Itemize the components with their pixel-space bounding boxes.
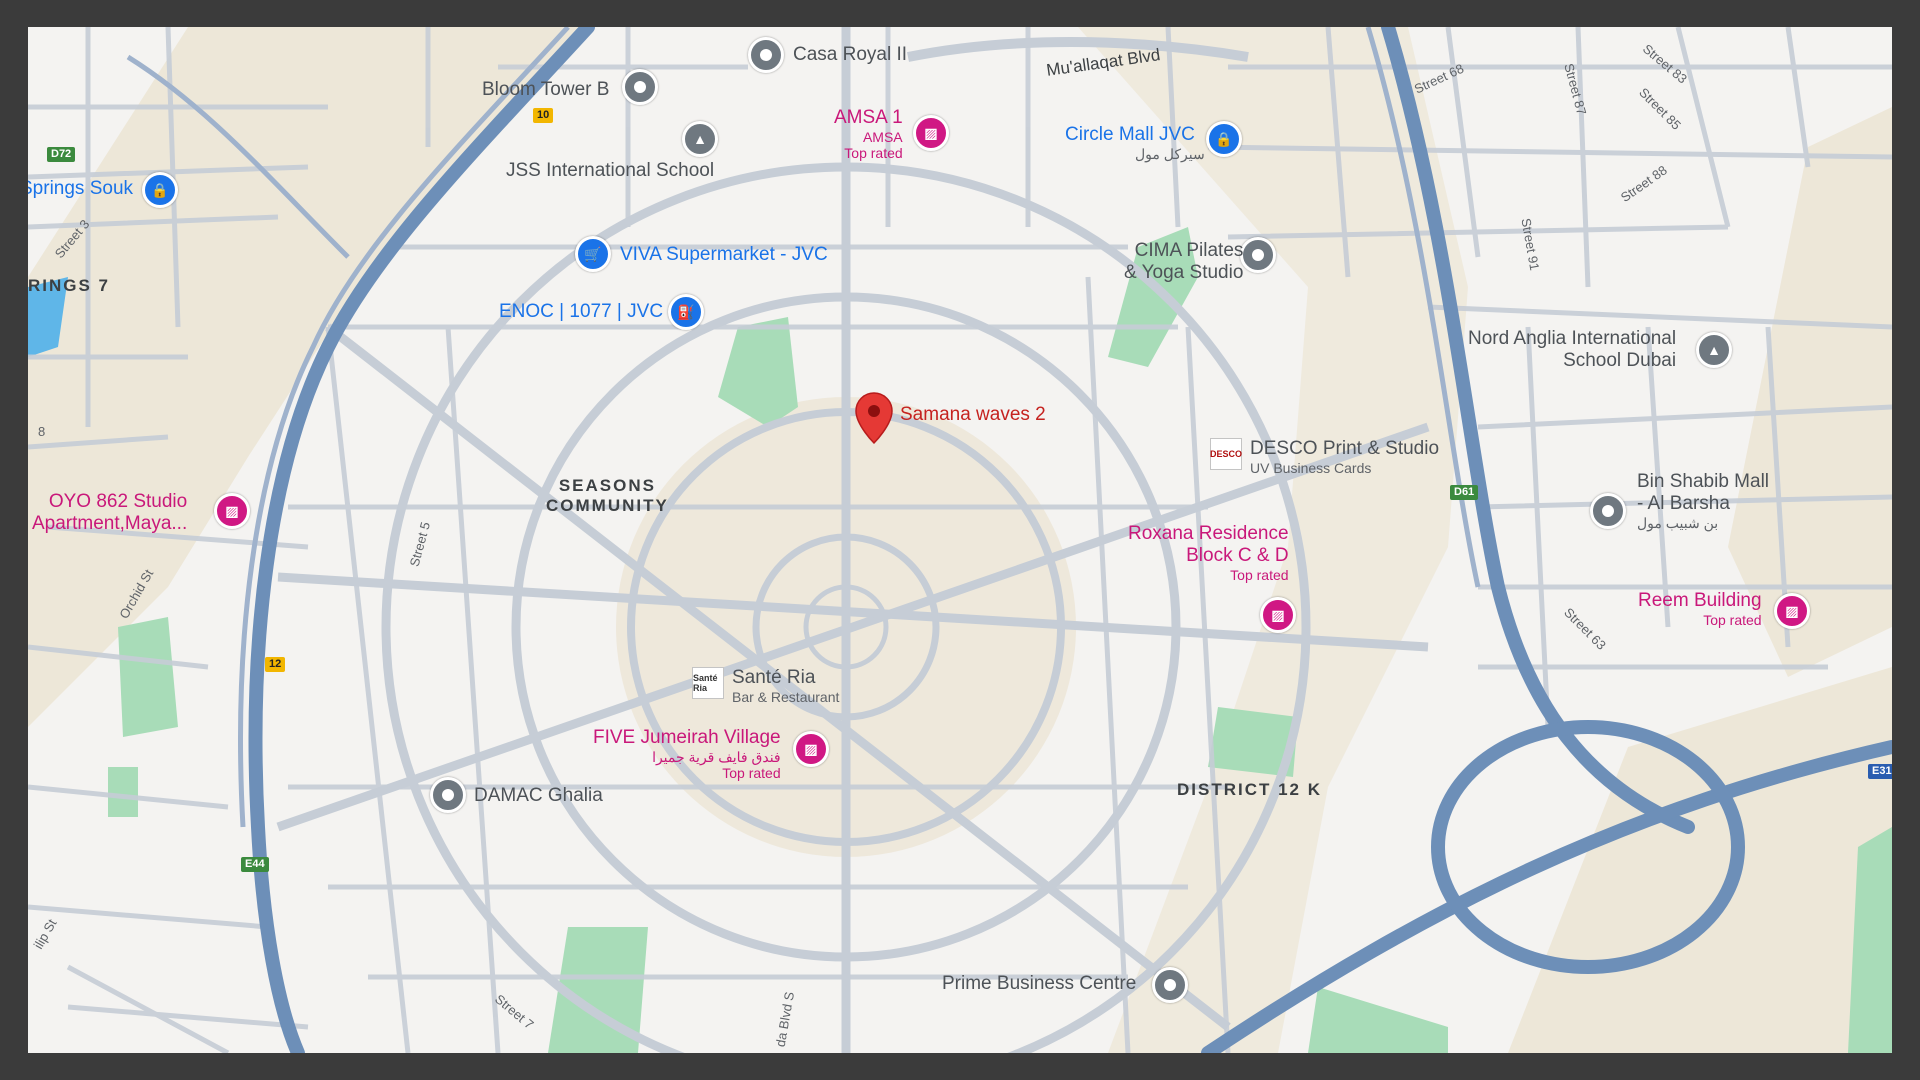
- poi-desco-sub: UV Business Cards: [1250, 459, 1372, 476]
- poi-enoc[interactable]: ENOC | 1077 | JVC: [499, 301, 663, 323]
- hotel-icon[interactable]: ▨: [1260, 597, 1296, 633]
- school-icon[interactable]: ▲: [682, 121, 718, 157]
- poi-five-name: FIVE Jumeirah Village: [593, 727, 781, 748]
- hotel-icon[interactable]: ▨: [1774, 593, 1810, 629]
- landmark-icon[interactable]: [748, 37, 784, 73]
- poi-circle-mall-arabic: سيركل مول: [1135, 145, 1205, 162]
- road-shield-d61: D61: [1450, 485, 1479, 500]
- hotel-icon[interactable]: ▨: [913, 115, 949, 151]
- shopping-cart-icon[interactable]: 🛒: [575, 236, 611, 272]
- poi-circle-mall-name: Circle Mall JVC: [1065, 124, 1195, 145]
- map-canvas[interactable]: Samana waves 2 SEASONS COMMUNITY DISTRIC…: [28, 27, 1892, 1053]
- poi-viva-supermarket[interactable]: VIVA Supermarket - JVC: [620, 244, 828, 266]
- poi-roxana-line2: Block C & D: [1186, 544, 1289, 566]
- road-shield-12: 12: [265, 657, 286, 672]
- fuel-icon[interactable]: ⛽: [668, 294, 704, 330]
- poi-nord-anglia-line2: School Dubai: [1563, 349, 1677, 371]
- poi-cima-pilates[interactable]: CIMA Pilates & Yoga Studio: [1124, 240, 1243, 284]
- poi-reem-name: Reem Building: [1638, 590, 1762, 611]
- poi-roxana-residence[interactable]: Roxana Residence Block C & D Top rated: [1128, 523, 1289, 583]
- selected-place-pin[interactable]: [854, 391, 894, 450]
- poi-amsa-sub: AMSA: [862, 128, 903, 145]
- hotel-icon[interactable]: ▨: [793, 731, 829, 767]
- poi-sante-ria[interactable]: Santé Ria Bar & Restaurant: [732, 667, 839, 705]
- area-springs-7: RINGS 7: [28, 276, 111, 295]
- poi-bin-shabib-arabic: بن شبيب مول: [1637, 514, 1719, 531]
- poi-springs-souk[interactable]: Springs Souk: [28, 178, 133, 200]
- poi-five-arabic: فندق فايف قرية جميرا: [652, 748, 781, 765]
- poi-five-rating: Top rated: [722, 764, 781, 781]
- poi-damac-ghalia[interactable]: DAMAC Ghalia: [474, 785, 603, 807]
- poi-sante-ria-sub: Bar & Restaurant: [732, 688, 840, 705]
- landmark-icon[interactable]: [430, 777, 466, 813]
- poi-amsa[interactable]: AMSA 1 AMSA Top rated: [834, 107, 903, 161]
- poi-jss-school[interactable]: JSS International School: [506, 160, 714, 182]
- landmark-icon[interactable]: [1240, 237, 1276, 273]
- poi-reem-building[interactable]: Reem Building Top rated: [1638, 590, 1762, 628]
- poi-casa-royal[interactable]: Casa Royal II: [793, 44, 907, 66]
- landmark-icon[interactable]: [1152, 967, 1188, 1003]
- desco-logo[interactable]: DESCO: [1210, 438, 1242, 470]
- poi-nord-anglia-line1: Nord Anglia International: [1468, 328, 1677, 349]
- poi-sante-ria-name: Santé Ria: [732, 667, 816, 688]
- sante-ria-logo[interactable]: Santé Ria: [692, 667, 724, 699]
- poi-cima-line2: & Yoga Studio: [1124, 261, 1244, 283]
- poi-desco-name: DESCO Print & Studio: [1250, 438, 1440, 459]
- poi-bin-shabib-line2: - Al Barsha: [1637, 492, 1730, 514]
- road-number-8: 8: [38, 424, 46, 439]
- poi-nord-anglia[interactable]: Nord Anglia International School Dubai: [1468, 328, 1676, 372]
- hotel-icon[interactable]: ▨: [214, 493, 250, 529]
- road-shield-d72: D72: [47, 147, 76, 162]
- road-shield-e31: E31: [1868, 764, 1892, 779]
- shopping-bag-icon[interactable]: 🔒: [1206, 121, 1242, 157]
- landmark-icon[interactable]: [622, 69, 658, 105]
- poi-oyo-862[interactable]: OYO 862 Studio Apartment,Maya...: [32, 491, 187, 535]
- poi-amsa-name: AMSA 1: [834, 107, 903, 128]
- poi-cima-line1: CIMA Pilates: [1134, 240, 1244, 261]
- area-line-1: SEASONS: [558, 476, 656, 495]
- area-line-2: COMMUNITY: [546, 495, 669, 515]
- area-district-12k: DISTRICT 12 K: [1177, 780, 1323, 799]
- poi-amsa-rating: Top rated: [844, 144, 903, 161]
- map-base-layer: [28, 27, 1892, 1053]
- poi-circle-mall[interactable]: Circle Mall JVC سيركل مول: [1065, 124, 1205, 162]
- area-seasons-community: SEASONS COMMUNITY: [546, 476, 669, 515]
- poi-bin-shabib-line1: Bin Shabib Mall: [1637, 471, 1770, 492]
- poi-oyo-line2: Apartment,Maya...: [32, 512, 188, 534]
- poi-reem-rating: Top rated: [1703, 611, 1762, 628]
- poi-prime-business[interactable]: Prime Business Centre: [942, 973, 1136, 995]
- poi-five-jumeirah[interactable]: FIVE Jumeirah Village فندق فايف قرية جمي…: [593, 727, 781, 781]
- poi-roxana-line1: Roxana Residence: [1128, 523, 1289, 544]
- shopping-bag-icon[interactable]: 🔒: [142, 172, 178, 208]
- school-icon[interactable]: ▲: [1696, 332, 1732, 368]
- selected-place-label[interactable]: Samana waves 2: [900, 404, 1046, 426]
- poi-bin-shabib[interactable]: Bin Shabib Mall - Al Barsha بن شبيب مول: [1637, 471, 1769, 531]
- landmark-icon[interactable]: [1590, 493, 1626, 529]
- red-map-pin-icon: [855, 392, 893, 445]
- road-shield-e44: E44: [241, 857, 269, 872]
- poi-desco[interactable]: DESCO Print & Studio UV Business Cards: [1250, 438, 1439, 476]
- poi-roxana-rating: Top rated: [1230, 566, 1289, 583]
- poi-oyo-line1: OYO 862 Studio: [48, 491, 188, 512]
- poi-bloom-tower[interactable]: Bloom Tower B: [482, 79, 609, 101]
- road-shield-10: 10: [533, 108, 554, 123]
